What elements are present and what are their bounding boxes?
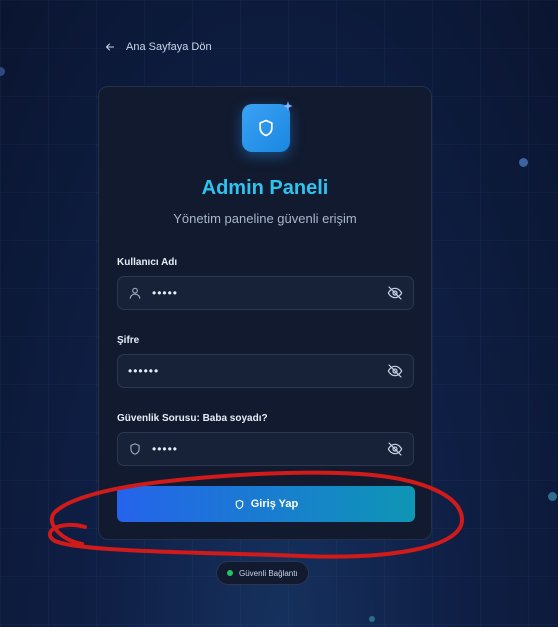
username-label: Kullanıcı Adı xyxy=(117,257,178,268)
secure-connection-label: Güvenli Bağlantı xyxy=(239,568,298,578)
username-value: ••••• xyxy=(152,286,179,300)
sparkle-icon xyxy=(283,101,293,111)
arrow-left-icon xyxy=(105,43,115,51)
eye-off-icon[interactable] xyxy=(387,285,403,301)
user-icon xyxy=(129,287,141,299)
login-card: Admin Paneli Yönetim paneline güvenli er… xyxy=(98,86,432,540)
shield-icon xyxy=(235,499,244,509)
password-label: Şifre xyxy=(117,335,140,346)
page-title: Admin Paneli xyxy=(201,177,329,199)
security-question-label: Güvenlik Sorusu: Baba soyadı? xyxy=(117,413,268,424)
page-subtitle: Yönetim paneline güvenli erişim xyxy=(173,211,357,226)
login-submit-label: Giriş Yap xyxy=(250,498,299,510)
password-field[interactable]: •••••• xyxy=(117,354,414,388)
background-dot xyxy=(519,158,528,167)
eye-off-icon[interactable] xyxy=(387,363,403,379)
security-answer-value: ••••• xyxy=(152,442,179,456)
status-dot xyxy=(227,570,233,576)
security-answer-field[interactable]: ••••• xyxy=(117,432,414,466)
back-link-label: Ana Sayfaya Dön xyxy=(126,41,212,53)
background-dot xyxy=(369,616,375,622)
shield-icon xyxy=(259,119,273,137)
back-to-home-link[interactable]: Ana Sayfaya Dön xyxy=(104,34,212,60)
login-submit-button[interactable]: Giriş Yap xyxy=(117,486,415,522)
eye-off-icon[interactable] xyxy=(387,441,403,457)
background-dot xyxy=(548,492,557,501)
password-value: •••••• xyxy=(128,364,160,378)
secure-connection-badge: Güvenli Bağlantı xyxy=(216,561,309,585)
shield-icon xyxy=(130,443,140,455)
username-field[interactable]: ••••• xyxy=(117,276,414,310)
